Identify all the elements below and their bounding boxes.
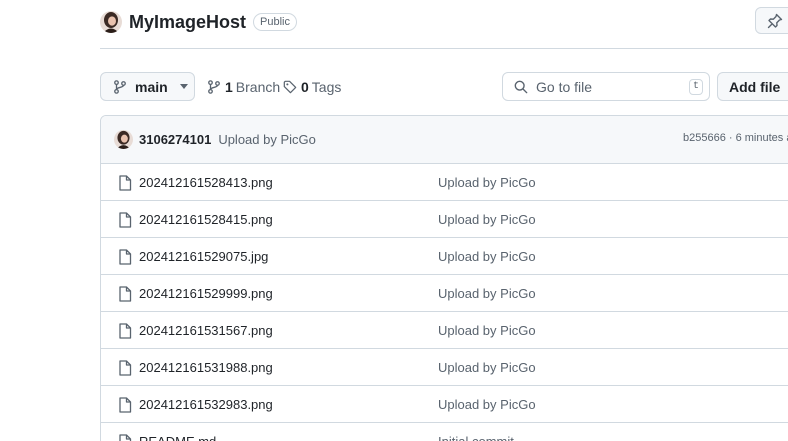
- file-commit-message[interactable]: Upload by PicGo: [438, 249, 536, 264]
- branch-count: 1: [225, 78, 233, 95]
- branch-label: Branch: [235, 78, 281, 95]
- branch-select-button[interactable]: main: [100, 72, 195, 101]
- file-row[interactable]: 202412161532983.png Upload by PicGo: [101, 386, 788, 423]
- add-file-button[interactable]: Add file: [717, 72, 788, 101]
- file-icon: [118, 360, 132, 376]
- file-row[interactable]: 202412161528415.png Upload by PicGo: [101, 201, 788, 238]
- latest-commit-bar: 3106274101 Upload by PicGo b255666 · 6 m…: [101, 116, 788, 164]
- go-to-file-input[interactable]: Go to file t: [502, 72, 710, 101]
- file-icon: [118, 249, 132, 265]
- pin-icon: [767, 13, 783, 29]
- git-branch-icon: [207, 79, 221, 94]
- file-row[interactable]: 202412161529075.jpg Upload by PicGo: [101, 238, 788, 275]
- file-name[interactable]: 202412161529075.jpg: [139, 249, 268, 264]
- commit-meta[interactable]: b255666 · 6 minutes ago: [683, 132, 788, 144]
- repo-name[interactable]: MyImageHost: [129, 12, 246, 33]
- owner-avatar[interactable]: [100, 11, 122, 33]
- file-icon: [118, 212, 132, 228]
- commit-author[interactable]: 3106274101: [139, 132, 211, 147]
- file-icon: [118, 286, 132, 302]
- repo-header: MyImageHost Public: [100, 8, 297, 36]
- file-row[interactable]: 202412161531567.png Upload by PicGo: [101, 312, 788, 349]
- file-listing: 3106274101 Upload by PicGo b255666 · 6 m…: [100, 115, 788, 441]
- tag-icon: [283, 80, 297, 94]
- file-row[interactable]: 202412161531988.png Upload by PicGo: [101, 349, 788, 386]
- pin-button[interactable]: [755, 7, 788, 34]
- file-commit-message[interactable]: Initial commit: [438, 434, 514, 441]
- search-icon: [514, 80, 528, 94]
- file-commit-message[interactable]: Upload by PicGo: [438, 286, 536, 301]
- file-commit-message[interactable]: Upload by PicGo: [438, 397, 536, 412]
- file-icon: [118, 434, 132, 441]
- visibility-badge: Public: [253, 13, 297, 31]
- file-name[interactable]: README.md: [139, 434, 216, 441]
- file-name[interactable]: 202412161528413.png: [139, 175, 273, 190]
- header-divider: [100, 48, 788, 49]
- file-commit-message[interactable]: Upload by PicGo: [438, 175, 536, 190]
- file-commit-message[interactable]: Upload by PicGo: [438, 360, 536, 375]
- file-name[interactable]: 202412161532983.png: [139, 397, 273, 412]
- file-name[interactable]: 202412161531988.png: [139, 360, 273, 375]
- file-name[interactable]: 202412161531567.png: [139, 323, 273, 338]
- file-name[interactable]: 202412161529999.png: [139, 286, 273, 301]
- tags-link[interactable]: 0 Tags: [283, 72, 341, 101]
- triangle-down-icon: [179, 84, 188, 89]
- file-name[interactable]: 202412161528415.png: [139, 212, 273, 227]
- file-commit-message[interactable]: Upload by PicGo: [438, 323, 536, 338]
- file-row[interactable]: README.md Initial commit: [101, 423, 788, 441]
- search-placeholder: Go to file: [536, 78, 593, 95]
- file-icon: [118, 323, 132, 339]
- commit-message[interactable]: Upload by PicGo: [218, 132, 316, 147]
- file-row[interactable]: 202412161528413.png Upload by PicGo: [101, 164, 788, 201]
- branch-name: main: [135, 78, 168, 95]
- add-file-label: Add file: [729, 78, 781, 95]
- tag-label: Tags: [311, 78, 342, 95]
- commit-author-avatar[interactable]: [114, 130, 133, 149]
- git-branch-icon: [113, 79, 127, 94]
- file-commit-message[interactable]: Upload by PicGo: [438, 212, 536, 227]
- file-icon: [118, 175, 132, 191]
- file-icon: [118, 397, 132, 413]
- file-row[interactable]: 202412161529999.png Upload by PicGo: [101, 275, 788, 312]
- keyboard-shortcut-hint: t: [689, 79, 703, 95]
- tag-count: 0: [301, 78, 309, 95]
- branches-link[interactable]: 1 Branch: [207, 72, 280, 101]
